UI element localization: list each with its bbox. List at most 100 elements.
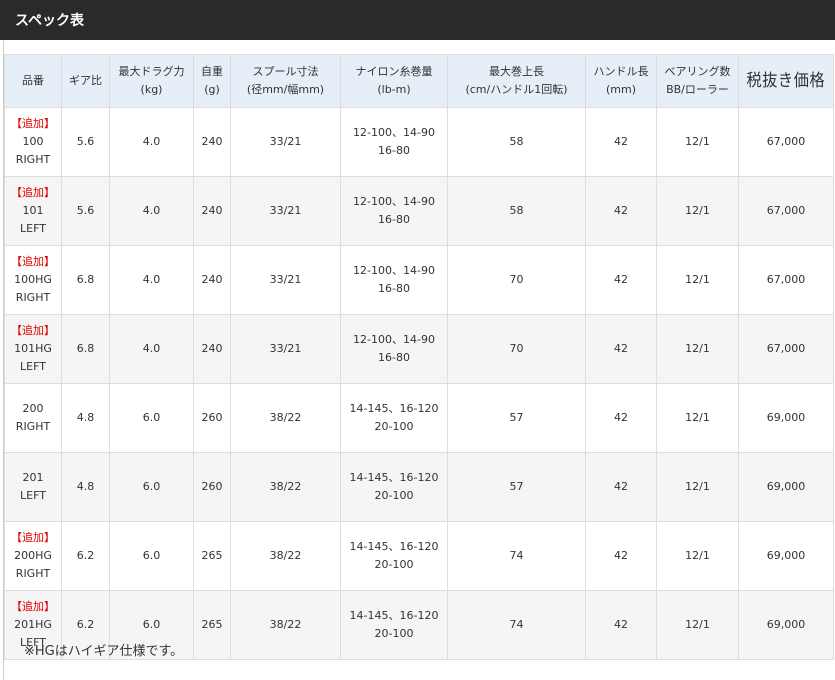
cell-spool-size: 38/22 — [230, 383, 341, 453]
table-header-row: 品番 ギア比 最大ドラグ力 (kg) 自重 (g) スプール寸法 (径mm/幅mm) … — [4, 54, 834, 108]
cell-weight: 240 — [193, 314, 231, 384]
cell-max-retrieve: 74 — [447, 521, 586, 591]
cell-bearings: 12/1 — [656, 176, 739, 246]
cell-max-drag: 6.0 — [109, 452, 194, 522]
cell-bearings: 12/1 — [656, 245, 739, 315]
table-row: 【追加】 100 RIGHT 5.6 4.0 240 33/21 12-100、14… — [4, 107, 834, 177]
cell-gear-ratio: 4.8 — [61, 452, 110, 522]
cell-max-retrieve: 57 — [447, 383, 586, 453]
cell-price: 69,000 — [738, 452, 834, 522]
cell-handle-length: 42 — [585, 521, 657, 591]
cell-model: 201 LEFT — [4, 452, 62, 522]
cell-max-retrieve: 58 — [447, 176, 586, 246]
cell-handle-length: 42 — [585, 245, 657, 315]
cell-max-retrieve: 74 — [447, 590, 586, 660]
cell-max-drag: 4.0 — [109, 245, 194, 315]
header-spool-size: スプール寸法 (径mm/幅mm) — [230, 54, 341, 108]
cell-model: 【追加】 100HG RIGHT — [4, 245, 62, 315]
cell-gear-ratio: 5.6 — [61, 107, 110, 177]
cell-model: 【追加】 101HG LEFT — [4, 314, 62, 384]
cell-model: 【追加】 100 RIGHT — [4, 107, 62, 177]
table-row: 201 LEFT 4.8 6.0 260 38/22 14-145、16-120 2… — [4, 452, 834, 522]
header-weight: 自重 (g) — [193, 54, 231, 108]
cell-model: 200 RIGHT — [4, 383, 62, 453]
cell-spool-size: 33/21 — [230, 314, 341, 384]
header-nylon-capacity: ナイロン糸巻量 (lb-m) — [340, 54, 448, 108]
cell-max-drag: 4.0 — [109, 314, 194, 384]
cell-bearings: 12/1 — [656, 452, 739, 522]
section-title: スペック表 — [15, 13, 85, 29]
header-gear-ratio: ギア比 — [61, 54, 110, 108]
added-tag: 【追加】 — [11, 255, 55, 268]
table-row: 【追加】 101HG LEFT 6.8 4.0 240 33/21 12-100、1… — [4, 314, 834, 384]
table-row: 200 RIGHT 4.8 6.0 260 38/22 14-145、16-120… — [4, 383, 834, 453]
cell-weight: 240 — [193, 245, 231, 315]
added-tag: 【追加】 — [11, 186, 55, 199]
added-tag: 【追加】 — [11, 531, 55, 544]
cell-nylon-capacity: 14-145、16-120 20-100 — [340, 521, 448, 591]
header-handle-length: ハンドル長 (mm) — [585, 54, 657, 108]
cell-max-retrieve: 70 — [447, 314, 586, 384]
cell-gear-ratio: 5.6 — [61, 176, 110, 246]
cell-spool-size: 38/22 — [230, 452, 341, 522]
cell-weight: 265 — [193, 521, 231, 591]
cell-bearings: 12/1 — [656, 314, 739, 384]
added-tag: 【追加】 — [11, 324, 55, 337]
cell-nylon-capacity: 14-145、16-120 20-100 — [340, 590, 448, 660]
cell-spool-size: 38/22 — [230, 590, 341, 660]
cell-price: 67,000 — [738, 107, 834, 177]
cell-nylon-capacity: 14-145、16-120 20-100 — [340, 383, 448, 453]
cell-gear-ratio: 6.8 — [61, 245, 110, 315]
cell-gear-ratio: 6.2 — [61, 521, 110, 591]
cell-spool-size: 33/21 — [230, 107, 341, 177]
added-tag: 【追加】 — [11, 117, 55, 130]
header-max-drag: 最大ドラグ力 (kg) — [109, 54, 194, 108]
cell-price: 69,000 — [738, 590, 834, 660]
cell-spool-size: 38/22 — [230, 521, 341, 591]
cell-max-retrieve: 58 — [447, 107, 586, 177]
cell-max-retrieve: 70 — [447, 245, 586, 315]
cell-max-drag: 4.0 — [109, 176, 194, 246]
cell-model: 【追加】 101 LEFT — [4, 176, 62, 246]
footnote: ※HGはハイギア仕様です。 — [24, 644, 184, 659]
cell-bearings: 12/1 — [656, 521, 739, 591]
cell-spool-size: 33/21 — [230, 245, 341, 315]
cell-weight: 240 — [193, 176, 231, 246]
cell-max-drag: 6.0 — [109, 383, 194, 453]
cell-weight: 260 — [193, 452, 231, 522]
cell-bearings: 12/1 — [656, 383, 739, 453]
cell-handle-length: 42 — [585, 452, 657, 522]
table-row: 【追加】 100HG RIGHT 6.8 4.0 240 33/21 12-100、… — [4, 245, 834, 315]
cell-max-drag: 4.0 — [109, 107, 194, 177]
cell-spool-size: 33/21 — [230, 176, 341, 246]
cell-price: 69,000 — [738, 521, 834, 591]
cell-nylon-capacity: 14-145、16-120 20-100 — [340, 452, 448, 522]
cell-handle-length: 42 — [585, 107, 657, 177]
cell-model: 【追加】 200HG RIGHT — [4, 521, 62, 591]
cell-handle-length: 42 — [585, 176, 657, 246]
cell-nylon-capacity: 12-100、14-90 16-80 — [340, 176, 448, 246]
cell-handle-length: 42 — [585, 383, 657, 453]
header-price: 税抜き価格 — [738, 54, 834, 108]
cell-handle-length: 42 — [585, 314, 657, 384]
header-model: 品番 — [4, 54, 62, 108]
cell-handle-length: 42 — [585, 590, 657, 660]
table-row: 【追加】 200HG RIGHT 6.2 6.0 265 38/22 14-145、… — [4, 521, 834, 591]
cell-price: 67,000 — [738, 245, 834, 315]
cell-nylon-capacity: 12-100、14-90 16-80 — [340, 107, 448, 177]
cell-gear-ratio: 6.8 — [61, 314, 110, 384]
cell-max-retrieve: 57 — [447, 452, 586, 522]
cell-weight: 260 — [193, 383, 231, 453]
header-bearings: ベアリング数 BB/ローラー — [656, 54, 739, 108]
cell-weight: 240 — [193, 107, 231, 177]
cell-nylon-capacity: 12-100、14-90 16-80 — [340, 245, 448, 315]
table-row: 【追加】 101 LEFT 5.6 4.0 240 33/21 12-100、14-… — [4, 176, 834, 246]
spec-table-container: 品番 ギア比 最大ドラグ力 (kg) 自重 (g) スプール寸法 (径mm/幅mm) … — [3, 40, 835, 680]
header-max-retrieve: 最大巻上長 (cm/ハンドル1回転) — [447, 54, 586, 108]
cell-price: 67,000 — [738, 176, 834, 246]
section-title-bar: スペック表 — [0, 0, 835, 40]
cell-bearings: 12/1 — [656, 107, 739, 177]
cell-price: 67,000 — [738, 314, 834, 384]
cell-bearings: 12/1 — [656, 590, 739, 660]
cell-price: 69,000 — [738, 383, 834, 453]
